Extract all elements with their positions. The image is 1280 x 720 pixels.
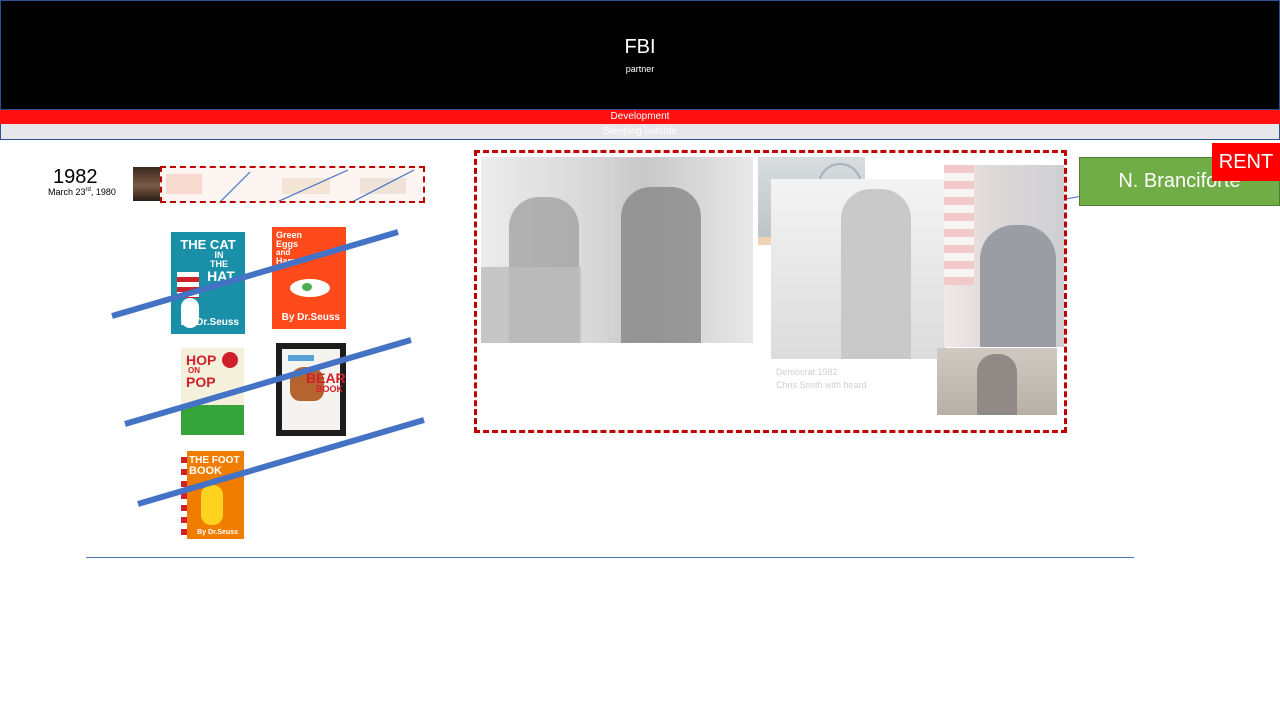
hop-author: By Dr.Seuss	[186, 419, 239, 429]
timeline-baseline	[86, 557, 1134, 558]
book-cat-in-the-hat: THE CAT IN THE HAT By Dr.Seuss	[171, 232, 245, 334]
book-green-eggs-and-ham: Green Eggs and Ham By Dr.Seuss	[272, 227, 346, 329]
page-subtitle: partner	[625, 64, 655, 74]
bear-series-band	[288, 355, 314, 361]
bearded-man-photo	[771, 179, 946, 359]
book-the-foot-book: THE FOOT BOOK By Dr.Seuss	[181, 451, 244, 539]
hop-tagline: The SIMPLEST SEUSS for YOUNGEST USE	[188, 423, 237, 433]
book-bear-book: BEAR BOOK	[276, 343, 346, 436]
bearded-man-figure	[841, 189, 911, 359]
thumb-strike-1	[219, 171, 251, 203]
book-hop-on-pop: HOP ON POP By Dr.Seuss The SIMPLEST SEUS…	[181, 348, 244, 435]
bear-title-1: BEAR	[306, 370, 346, 386]
photo-caption-party: Democrat 1982	[776, 367, 838, 377]
thumb-1	[166, 174, 202, 194]
date-year: , 1980	[90, 187, 116, 197]
flag-icon	[944, 165, 974, 285]
foot-creature-icon	[201, 485, 223, 525]
small-portrait-photo	[937, 348, 1057, 415]
development-bar: Development	[0, 110, 1280, 124]
page-title: FBI	[624, 36, 656, 58]
foot-stripe-edge	[181, 451, 187, 539]
eggs-author: By Dr.Seuss	[281, 312, 340, 323]
podium	[481, 267, 581, 343]
cat-author: By Dr.Seuss	[180, 317, 239, 328]
faded-thumbnail-strip	[160, 166, 425, 203]
photo-caption-name: Chris Smith with beard	[776, 380, 867, 390]
child-portrait-image	[133, 167, 160, 201]
thumb-2	[282, 178, 330, 194]
timeline-year: 1982	[53, 166, 98, 188]
hop-logo-icon	[222, 352, 238, 368]
strike-line-2	[124, 337, 412, 427]
hop-title-3: POP	[186, 374, 216, 390]
thumbnail-strip-strikes	[166, 169, 415, 203]
timeline-date: March 23rd, 1980	[48, 187, 116, 197]
date-prefix: March 23	[48, 187, 86, 197]
bear-cover: BEAR BOOK	[282, 349, 346, 430]
bear-title-2: BOOK	[316, 384, 343, 394]
official-portrait-photo	[944, 165, 1064, 347]
official-figure	[980, 225, 1056, 347]
foot-author: By Dr.Seuss	[197, 529, 238, 536]
person-right-figure	[621, 187, 701, 343]
handshake-photo	[481, 157, 753, 343]
sleeping-outside-bar: Sleeping outside	[0, 124, 1280, 140]
cat-title-1: THE CAT	[180, 237, 236, 252]
eggs-title-4: Ham	[276, 256, 296, 266]
rent-label-box: RENT	[1212, 143, 1280, 181]
green-egg-icon	[302, 283, 312, 291]
cat-title-2: IN	[214, 250, 224, 260]
foot-title-2: BOOK	[189, 465, 222, 477]
strike-line-1	[111, 229, 399, 319]
cat-hat-icon	[177, 272, 199, 298]
small-portrait-figure	[977, 354, 1017, 415]
hop-title-1: HOP	[186, 352, 217, 368]
